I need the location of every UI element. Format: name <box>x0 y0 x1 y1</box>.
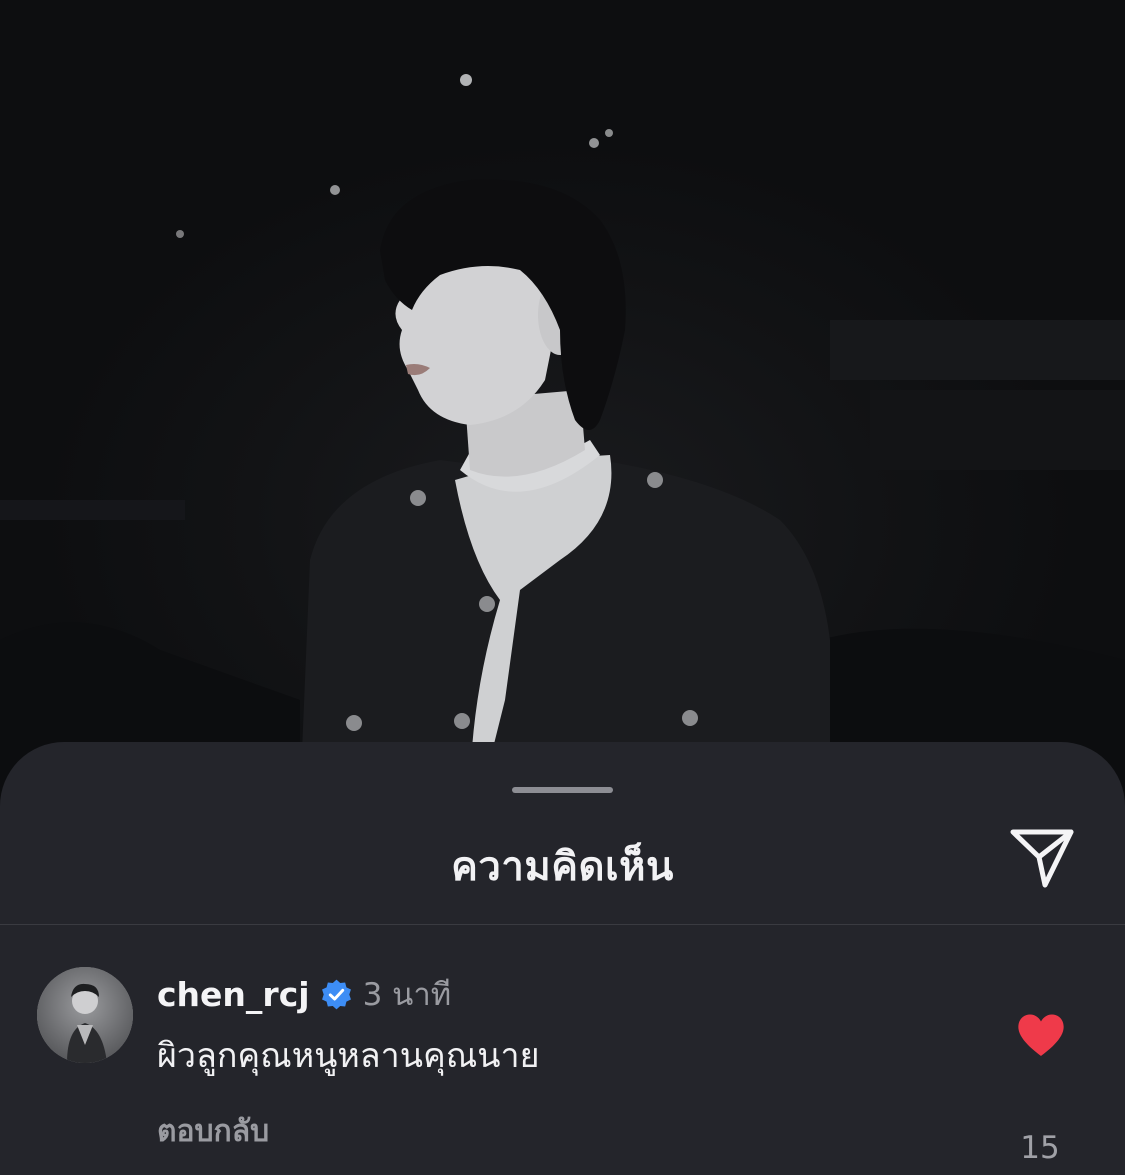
comment-username[interactable]: chen_rcj <box>157 975 310 1014</box>
sheet-grabber-handle[interactable] <box>512 787 613 793</box>
paper-plane-icon <box>1010 829 1074 888</box>
screen: ความคิดเห็น chen_rcj 3 นาที ผิวลูกคุณหนู… <box>0 0 1125 1175</box>
comment-timestamp: 3 นาที <box>362 977 452 1013</box>
background-post-photo <box>0 0 1125 800</box>
sheet-title: ความคิดเห็น <box>451 844 674 890</box>
avatar[interactable] <box>37 967 133 1063</box>
photo-illustration <box>0 74 1125 800</box>
like-count: 15 <box>1020 1130 1060 1166</box>
comment-meta: chen_rcj 3 นาที <box>157 971 451 1017</box>
reply-button[interactable]: ตอบกลับ <box>157 1108 269 1155</box>
share-button[interactable] <box>1004 824 1080 892</box>
comments-sheet: ความคิดเห็น chen_rcj 3 นาที ผิวลูกคุณหนู… <box>0 742 1125 1175</box>
avatar-photo <box>37 967 133 1063</box>
comment-text: ผิวลูกคุณหนูหลานคุณนาย <box>157 1036 540 1076</box>
comment-item: chen_rcj 3 นาที ผิวลูกคุณหนูหลานคุณนาย ต… <box>0 925 1125 1175</box>
verified-badge-icon <box>320 978 353 1011</box>
heart-icon <box>1018 1014 1064 1056</box>
like-button[interactable] <box>1013 1007 1069 1063</box>
